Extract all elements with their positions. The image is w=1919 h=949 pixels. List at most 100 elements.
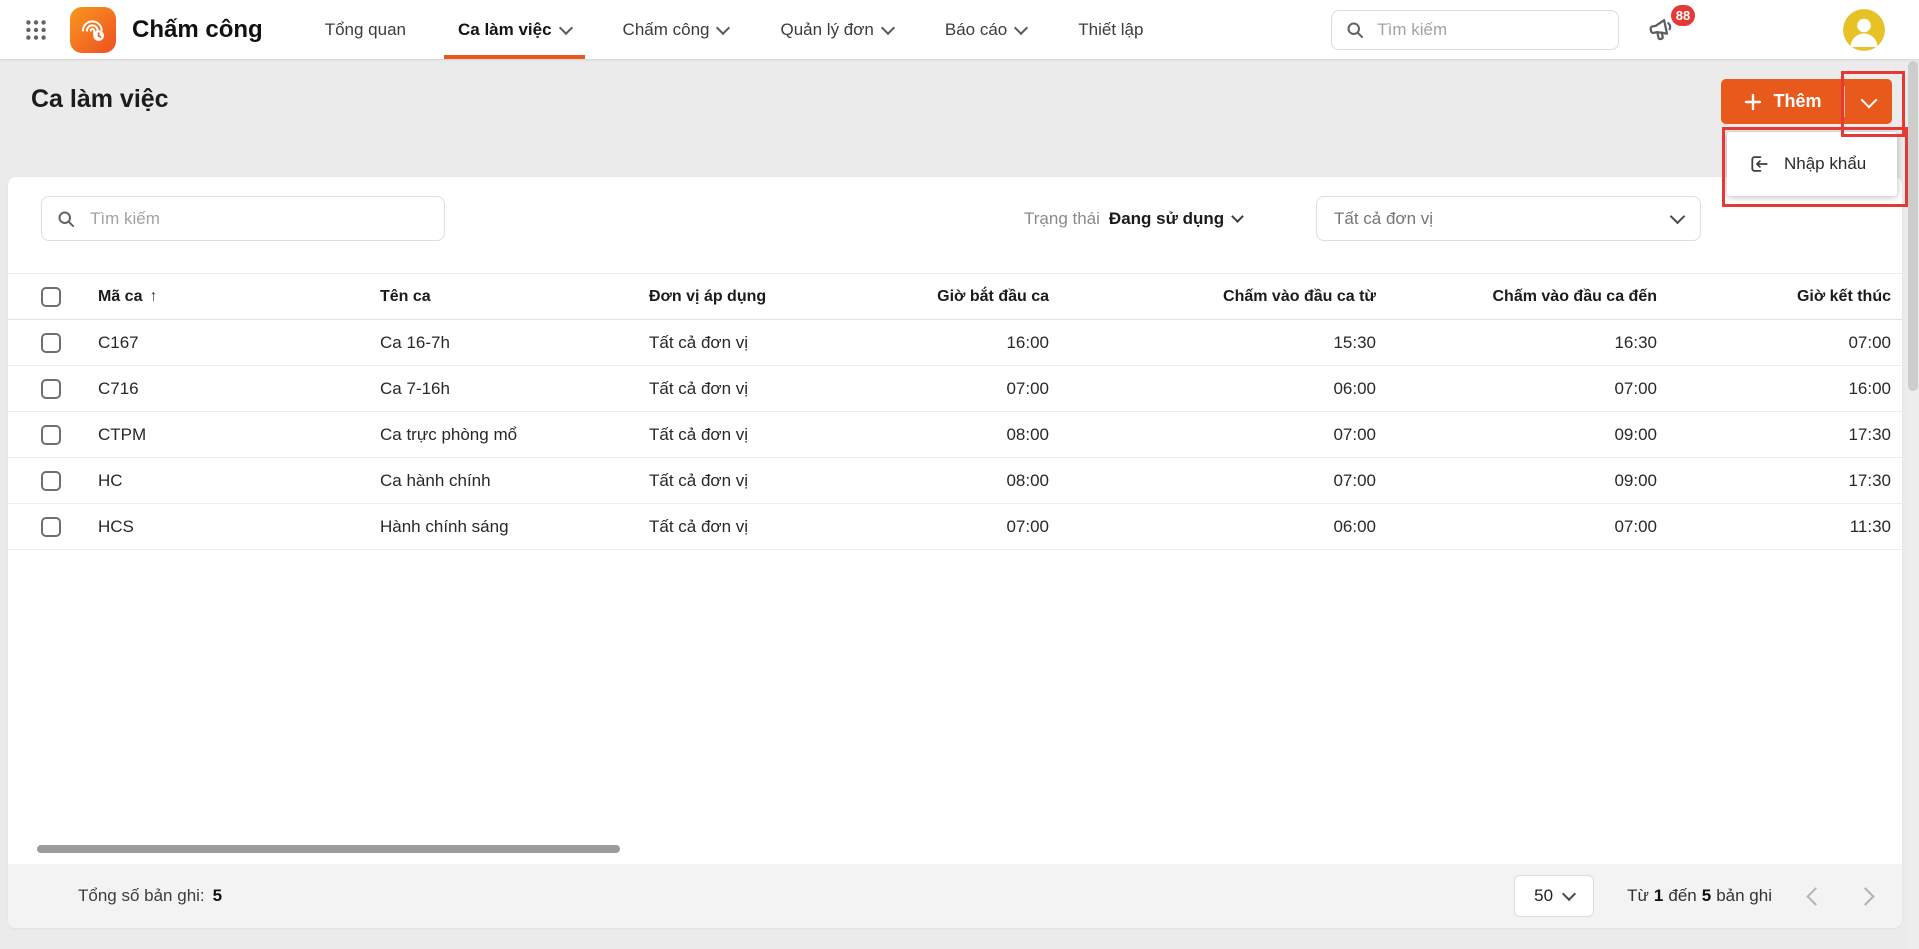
nav-item-thiet-lap[interactable]: Thiết lập — [1052, 0, 1169, 59]
status-filter-label: Trạng thái — [1024, 208, 1100, 228]
total-records-label: Tổng số bản ghi: — [78, 886, 205, 905]
nav-item-cham-cong[interactable]: Chấm công — [597, 0, 755, 59]
menu-item-import[interactable]: Nhập khẩu — [1727, 132, 1897, 196]
global-search-input[interactable] — [1375, 18, 1606, 41]
app-title: Chấm công — [132, 15, 263, 43]
cell-code: CTPM — [90, 411, 372, 458]
cell-checkin-to: 09:00 — [1387, 411, 1668, 458]
row-checkbox[interactable] — [41, 424, 61, 445]
pagination-controls: 50 Từ 1 đến 5 bản ghi — [1514, 875, 1875, 917]
chevron-down-icon — [1860, 91, 1877, 108]
column-header-ma-ca[interactable]: Mã ca ↑ — [90, 273, 372, 320]
select-all-checkbox[interactable] — [41, 286, 61, 307]
column-header-ten-ca[interactable]: Tên ca — [372, 273, 641, 320]
chevron-down-icon — [716, 20, 731, 35]
cell-start: 08:00 — [908, 411, 1060, 458]
search-icon — [1347, 21, 1364, 38]
vertical-scrollbar-track[interactable] — [1907, 59, 1919, 949]
table-search-input[interactable] — [88, 207, 430, 230]
cell-name: Hành chính sáng — [372, 503, 641, 550]
record-range-text: Từ 1 đến 5 bản ghi — [1627, 886, 1772, 905]
nav-item-tong-quan[interactable]: Tổng quan — [299, 0, 432, 59]
chevron-down-icon — [880, 20, 895, 35]
status-filter[interactable]: Trạng thái Đang sử dụng — [1024, 196, 1245, 241]
column-header-cham-vao-tu[interactable]: Chấm vào đầu ca từ — [1060, 273, 1387, 320]
cell-code: C167 — [90, 319, 372, 366]
add-button-dropdown-toggle[interactable] — [1845, 79, 1892, 124]
vertical-scrollbar-thumb[interactable] — [1908, 61, 1918, 391]
table-row[interactable]: CTPM Ca trực phòng mổ Tất cả đơn vị 08:0… — [8, 411, 1902, 458]
topbar: Chấm công Tổng quan Ca làm việc Chấm côn… — [0, 0, 1919, 59]
previous-page-icon[interactable] — [1806, 886, 1825, 906]
cell-end: 17:30 — [1668, 457, 1902, 504]
table-row[interactable]: HC Ca hành chính Tất cả đơn vị 08:00 07:… — [8, 457, 1902, 504]
row-checkbox[interactable] — [41, 516, 61, 537]
search-icon — [58, 210, 75, 227]
next-page-icon[interactable] — [1856, 886, 1875, 906]
import-label: Nhập khẩu — [1784, 154, 1867, 173]
horizontal-scrollbar[interactable] — [37, 845, 620, 853]
cell-start: 07:00 — [908, 503, 1060, 550]
cell-name: Ca hành chính — [372, 457, 641, 504]
cell-name: Ca 7-16h — [372, 365, 641, 412]
table-search-box — [41, 196, 445, 241]
notification-megaphone-icon[interactable]: 88 — [1645, 4, 1696, 48]
cell-end: 17:30 — [1668, 411, 1902, 458]
table-row[interactable]: C167 Ca 16-7h Tất cả đơn vị 16:00 15:30 … — [8, 319, 1902, 366]
pager — [1806, 886, 1875, 906]
cell-start: 08:00 — [908, 457, 1060, 504]
global-search-box — [1331, 9, 1620, 50]
cell-name: Ca 16-7h — [372, 319, 641, 366]
cell-checkin-from: 06:00 — [1060, 503, 1387, 550]
unit-select[interactable]: Tất cả đơn vị — [1316, 196, 1701, 241]
table-row[interactable]: HCS Hành chính sáng Tất cả đơn vị 07:00 … — [8, 503, 1902, 550]
cell-code: HC — [90, 457, 372, 504]
total-records-value: 5 — [212, 886, 223, 905]
column-header-gio-ket-thuc[interactable]: Giờ kết thúc — [1668, 273, 1902, 320]
column-header-cham-vao-den[interactable]: Chấm vào đầu ca đến — [1387, 273, 1668, 320]
page-size-select[interactable]: 50 — [1514, 875, 1595, 917]
app-logo-fingerprint-icon[interactable] — [70, 6, 116, 53]
cell-code: HCS — [90, 503, 372, 550]
sort-ascending-icon: ↑ — [149, 287, 158, 305]
cell-start: 07:00 — [908, 365, 1060, 412]
column-header-gio-bat-dau[interactable]: Giờ bắt đầu ca — [908, 273, 1060, 320]
cell-end: 16:00 — [1668, 365, 1902, 412]
page-title: Ca làm việc — [31, 85, 169, 113]
cell-end: 11:30 — [1668, 503, 1902, 550]
shifts-table: Mã ca ↑ Tên ca Đơn vị áp dụng Giờ bắt đầu… — [8, 273, 1902, 550]
status-filter-value: Đang sử dụng — [1108, 208, 1225, 228]
shift-list-card: Trạng thái Đang sử dụng Tất cả đơn vị — [8, 177, 1902, 928]
cell-checkin-from: 07:00 — [1060, 411, 1387, 458]
cell-checkin-from: 15:30 — [1060, 319, 1387, 366]
nav-item-quan-ly-don[interactable]: Quản lý đơn — [754, 0, 918, 59]
column-header-don-vi[interactable]: Đơn vị áp dụng — [641, 273, 908, 320]
unit-select-value: Tất cả đơn vị — [1334, 208, 1434, 228]
cell-checkin-to: 16:30 — [1387, 319, 1668, 366]
cell-start: 16:00 — [908, 319, 1060, 366]
nav-item-bao-cao[interactable]: Báo cáo — [919, 0, 1052, 59]
cell-unit: Tất cả đơn vị — [641, 319, 908, 366]
chevron-down-icon — [1562, 886, 1577, 902]
cell-checkin-to: 07:00 — [1387, 365, 1668, 412]
cell-checkin-to: 09:00 — [1387, 457, 1668, 504]
add-button[interactable]: Thêm — [1721, 79, 1844, 124]
cell-checkin-from: 06:00 — [1060, 365, 1387, 412]
cell-unit: Tất cả đơn vị — [641, 457, 908, 504]
chevron-down-icon — [1014, 20, 1029, 35]
nav-item-ca-lam-viec[interactable]: Ca làm việc — [432, 0, 597, 59]
cell-unit: Tất cả đơn vị — [641, 503, 908, 550]
page-size-value: 50 — [1534, 886, 1554, 905]
table-footer: Tổng số bản ghi: 5 50 Từ 1 đến 5 bản ghi — [8, 864, 1902, 928]
content-area: Ca làm việc Thêm Nhập khẩu Tìm kiếm Trạn… — [0, 59, 1919, 949]
table-row[interactable]: C716 Ca 7-16h Tất cả đơn vị 07:00 06:00 … — [8, 365, 1902, 412]
app-grid-icon[interactable] — [22, 16, 50, 44]
row-checkbox[interactable] — [41, 470, 61, 491]
user-avatar[interactable] — [1842, 8, 1885, 51]
row-checkbox[interactable] — [41, 332, 61, 353]
cell-checkin-to: 07:00 — [1387, 503, 1668, 550]
import-icon — [1751, 156, 1768, 172]
row-checkbox[interactable] — [41, 378, 61, 399]
notification-badge: 88 — [1670, 4, 1696, 26]
cell-end: 07:00 — [1668, 319, 1902, 366]
